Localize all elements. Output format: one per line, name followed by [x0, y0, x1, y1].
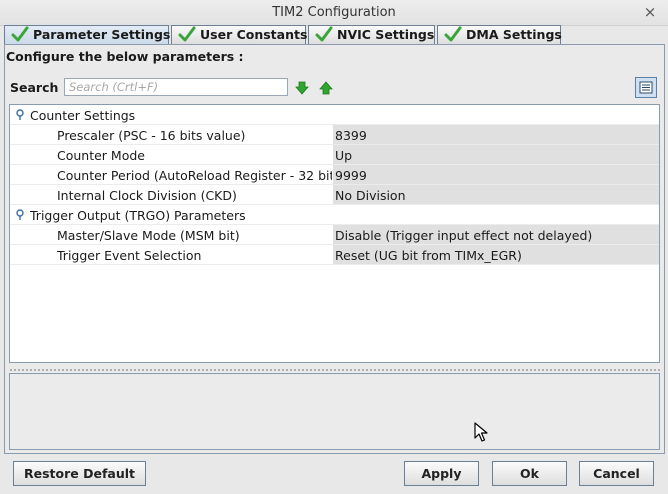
apply-button[interactable]: Apply — [404, 461, 479, 486]
arrow-down-icon[interactable] — [295, 81, 309, 95]
param-value[interactable]: 9999 — [333, 165, 659, 184]
group-row-counter-settings[interactable]: Counter Settings — [10, 105, 659, 125]
table-row: Trigger Event Selection Reset (UG bit fr… — [10, 245, 659, 265]
restore-default-button[interactable]: Restore Default — [13, 461, 146, 486]
collapse-icon[interactable] — [15, 109, 25, 121]
cancel-button[interactable]: Cancel — [579, 461, 654, 486]
param-value[interactable]: Up — [333, 145, 659, 164]
tab-dma-settings[interactable]: DMA Settings — [437, 25, 562, 45]
tab-label: NVIC Settings — [337, 27, 435, 42]
group-label: Counter Settings — [30, 108, 136, 123]
param-name: Master/Slave Mode (MSM bit) — [57, 228, 240, 243]
param-name: Counter Mode — [57, 148, 145, 163]
param-name: Prescaler (PSC - 16 bits value) — [57, 128, 246, 143]
list-view-icon — [639, 81, 653, 94]
window-title: TIM2 Configuration — [272, 5, 396, 20]
tab-parameter-settings[interactable]: Parameter Settings — [4, 25, 171, 46]
mouse-cursor-icon — [474, 422, 488, 442]
table-row: Counter Period (AutoReload Register - 32… — [10, 165, 659, 185]
description-panel — [9, 373, 660, 450]
tab-user-constants[interactable]: User Constants — [171, 25, 308, 45]
instruction-text: Configure the below parameters : — [6, 49, 244, 64]
check-icon — [315, 26, 333, 42]
close-icon: × — [643, 3, 657, 21]
group-row-trigger-output[interactable]: Trigger Output (TRGO) Parameters — [10, 205, 659, 225]
check-icon — [11, 26, 29, 42]
param-value[interactable]: Reset (UG bit from TIMx_EGR) — [333, 245, 659, 264]
tab-label: DMA Settings — [466, 27, 562, 42]
table-row: Internal Clock Division (CKD) No Divisio… — [10, 185, 659, 205]
table-row: Counter Mode Up — [10, 145, 659, 165]
tab-content: Configure the below parameters : Search … — [4, 44, 665, 454]
list-view-button[interactable] — [635, 77, 657, 98]
search-input[interactable] — [64, 78, 288, 96]
collapse-icon[interactable] — [15, 209, 25, 221]
tab-nvic-settings[interactable]: NVIC Settings — [308, 25, 435, 45]
check-icon — [178, 26, 196, 42]
param-value[interactable]: No Division — [333, 185, 659, 204]
param-value[interactable]: 8399 — [333, 125, 659, 144]
table-row: Prescaler (PSC - 16 bits value) 8399 — [10, 125, 659, 145]
param-name: Counter Period (AutoReload Register - 32… — [57, 168, 332, 183]
param-name: Internal Clock Division (CKD) — [57, 188, 237, 203]
search-label: Search : — [10, 80, 68, 95]
check-icon — [444, 26, 462, 42]
parameter-table: Counter Settings Prescaler (PSC - 16 bit… — [9, 104, 660, 363]
tab-label: User Constants — [200, 27, 308, 42]
title-bar: TIM2 Configuration × — [0, 0, 668, 26]
param-value[interactable]: Disable (Trigger input effect not delaye… — [333, 225, 659, 244]
group-label: Trigger Output (TRGO) Parameters — [30, 208, 246, 223]
ok-button[interactable]: Ok — [492, 461, 567, 486]
tab-label: Parameter Settings — [33, 27, 171, 42]
arrow-up-icon[interactable] — [319, 81, 333, 95]
param-name: Trigger Event Selection — [57, 248, 202, 263]
close-button[interactable]: × — [642, 4, 658, 20]
table-row: Master/Slave Mode (MSM bit) Disable (Tri… — [10, 225, 659, 245]
